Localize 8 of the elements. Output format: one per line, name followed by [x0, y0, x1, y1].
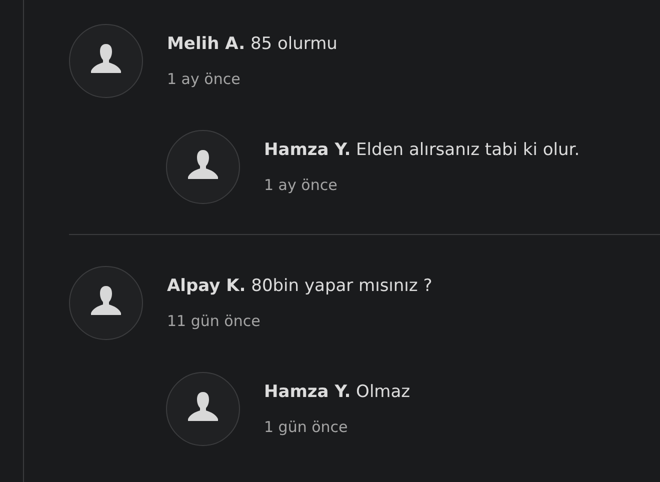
comment-time: 11 gün önce — [167, 310, 262, 332]
comment-text: Melih A. 85 olurmu — [167, 33, 338, 56]
comment-time: 1 ay önce — [264, 174, 338, 196]
comment-text: Hamza Y. Elden alırsanız tabi ki olur. — [264, 139, 580, 162]
comment-time: 1 ay önce — [167, 68, 242, 90]
comment-time: 1 gün önce — [264, 416, 349, 438]
comment-text: Alpay K. 80bin yapar mısınız ? — [167, 275, 432, 298]
comment-text: Hamza Y. Olmaz — [264, 381, 410, 404]
